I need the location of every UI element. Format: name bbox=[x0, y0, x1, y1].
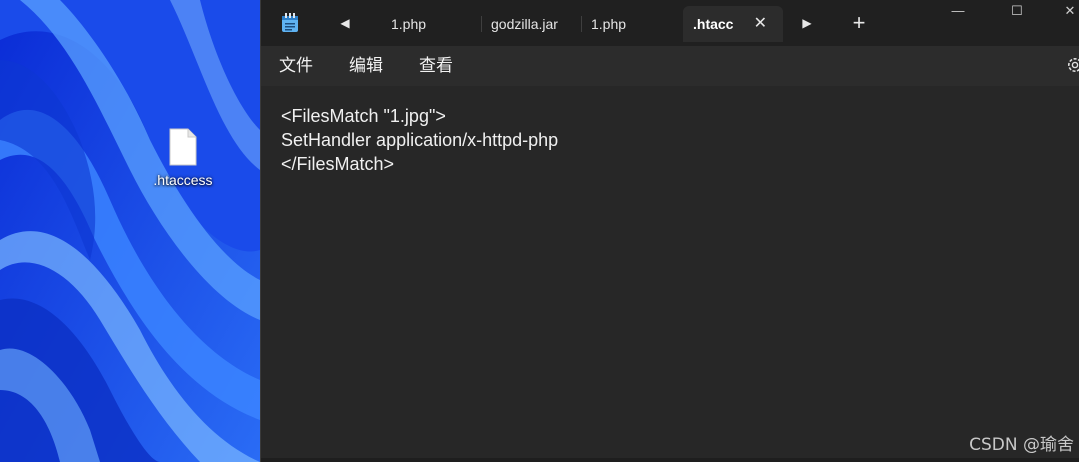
notepad-window: ◀ 1.php godzilla.jar 1.php .htacc ✕ ▶ + … bbox=[260, 0, 1079, 462]
tab-htaccess-active[interactable]: .htacc ✕ bbox=[683, 6, 783, 42]
desktop-file-htaccess[interactable]: .htaccess bbox=[142, 128, 224, 188]
text-editor[interactable]: <FilesMatch "1.jpg"> SetHandler applicat… bbox=[261, 86, 1079, 462]
editor-line-1: <FilesMatch "1.jpg"> bbox=[281, 106, 446, 126]
close-tab-icon[interactable]: ✕ bbox=[754, 6, 767, 42]
tab-bar: ◀ 1.php godzilla.jar 1.php .htacc ✕ ▶ + … bbox=[261, 0, 1079, 46]
desktop-file-label: .htaccess bbox=[153, 172, 213, 188]
minimize-button[interactable]: — bbox=[935, 0, 981, 24]
csdn-watermark: CSDN @瑜舍 bbox=[969, 435, 1074, 455]
close-window-button[interactable]: ✕ bbox=[1047, 0, 1079, 24]
editor-line-3: </FilesMatch> bbox=[281, 154, 395, 174]
file-icon bbox=[168, 128, 198, 166]
tab-godzilla-jar[interactable]: godzilla.jar bbox=[481, 6, 581, 42]
menu-view[interactable]: 查看 bbox=[419, 54, 453, 78]
scroll-tabs-right-icon[interactable]: ▶ bbox=[797, 13, 817, 33]
desktop-wallpaper: .htaccess bbox=[0, 0, 260, 462]
maximize-button[interactable]: ☐ bbox=[994, 0, 1040, 24]
status-edge bbox=[261, 458, 1079, 462]
notepad-app-icon bbox=[281, 13, 299, 33]
editor-line-2: SetHandler application/x-httpd-php bbox=[281, 130, 559, 150]
tab-label: .htacc bbox=[693, 16, 734, 32]
tab-label: godzilla.jar bbox=[491, 16, 558, 32]
menu-edit[interactable]: 编辑 bbox=[349, 54, 383, 78]
menu-file[interactable]: 文件 bbox=[279, 54, 313, 78]
new-tab-button[interactable]: + bbox=[849, 12, 869, 34]
tab-1-php-2[interactable]: 1.php bbox=[581, 6, 681, 42]
scroll-tabs-left-icon[interactable]: ◀ bbox=[335, 13, 355, 33]
wallpaper-art bbox=[0, 0, 260, 462]
settings-gear-icon[interactable] bbox=[1066, 55, 1079, 75]
menu-bar: 文件 编辑 查看 bbox=[261, 46, 1079, 86]
tab-label: 1.php bbox=[391, 16, 427, 32]
tab-label: 1.php bbox=[591, 16, 627, 32]
tab-1-php[interactable]: 1.php bbox=[381, 6, 481, 42]
